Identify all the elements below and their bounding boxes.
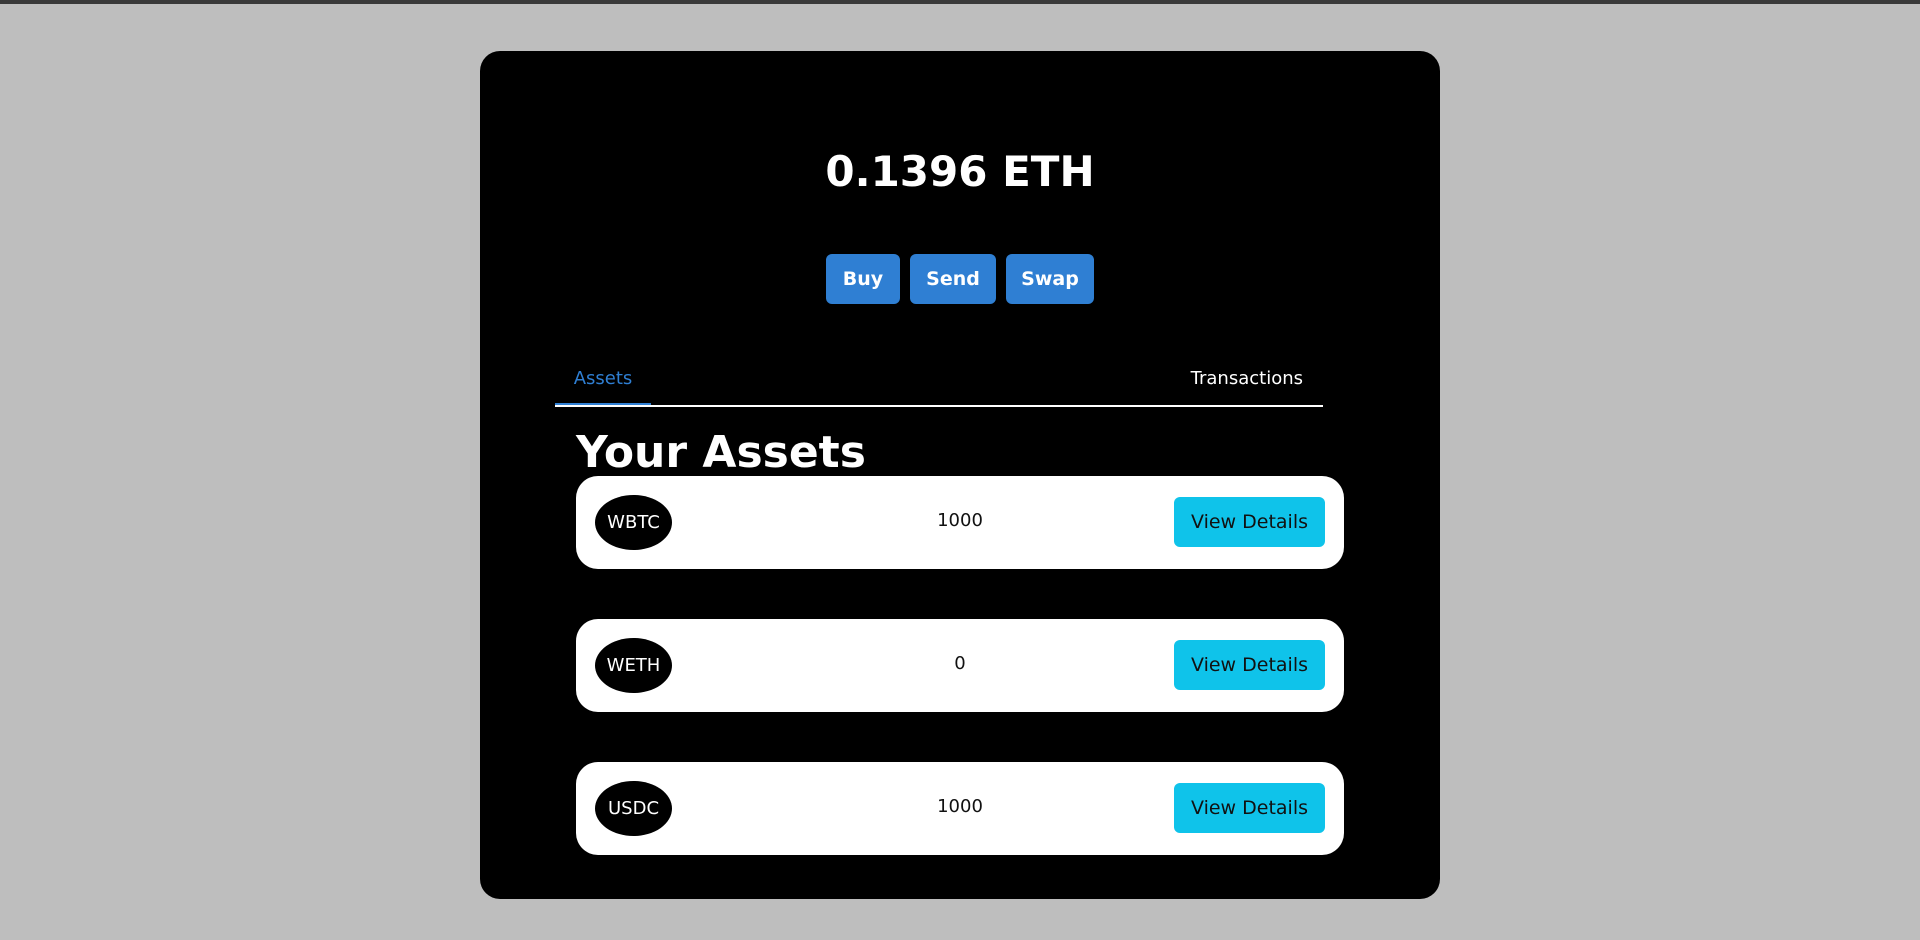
swap-button[interactable]: Swap [1006,254,1094,304]
buy-button[interactable]: Buy [826,254,900,304]
wallet-balance: 0.1396 ETH [825,147,1095,196]
window-top-strip [0,0,1920,4]
asset-row-wbtc: WBTC 1000 View Details [576,476,1344,569]
asset-list: WBTC 1000 View Details WETH 0 View Detai… [576,476,1344,905]
asset-row-usdc: USDC 1000 View Details [576,762,1344,855]
token-badge-usdc: USDC [595,781,672,836]
wallet-actions: Buy Send Swap [480,254,1440,304]
token-badge-weth: WETH [595,638,672,693]
send-button[interactable]: Send [910,254,996,304]
view-details-button-wbtc[interactable]: View Details [1174,497,1325,547]
tab-assets[interactable]: Assets [555,370,651,405]
assets-section-title: Your Assets [576,427,866,478]
wallet-tabs: Assets Transactions [555,351,1323,407]
view-details-button-usdc[interactable]: View Details [1174,783,1325,833]
view-details-button-weth[interactable]: View Details [1174,640,1325,690]
token-badge-wbtc: WBTC [595,495,672,550]
asset-row-weth: WETH 0 View Details [576,619,1344,712]
tab-transactions[interactable]: Transactions [1191,370,1303,388]
